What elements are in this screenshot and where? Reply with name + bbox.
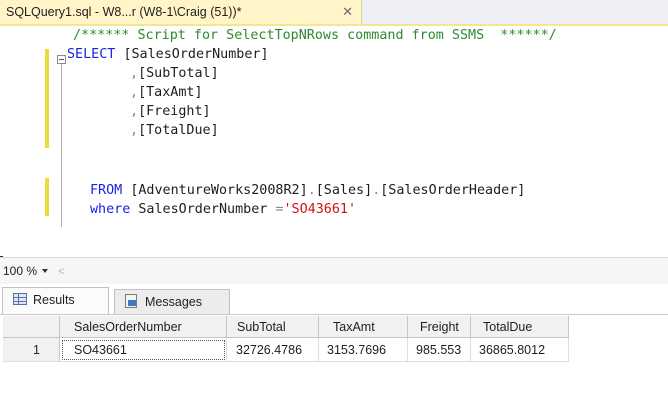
column-taxamt: [TaxAmt]	[138, 85, 203, 100]
code-line-8: where SalesOrderNumber ='SO43661'	[90, 200, 356, 219]
tab-sqlquery1[interactable]: SQLQuery1.sql - W8...r (W8-1\Craig (51))…	[0, 0, 362, 24]
code-line-5: ,[Freight]	[130, 102, 211, 121]
schema-name: [Sales]	[315, 183, 373, 198]
from-keyword: FROM	[90, 183, 123, 198]
tab-messages[interactable]: Messages	[114, 289, 230, 314]
comma: ,	[130, 104, 139, 119]
where-keyword: where	[90, 202, 131, 217]
code-line-4: ,[TaxAmt]	[130, 83, 203, 102]
outline-line	[61, 64, 62, 227]
messages-icon	[125, 294, 137, 308]
column-header-freight[interactable]: Freight	[408, 316, 471, 338]
code-line-6: ,[TotalDue]	[130, 121, 219, 140]
change-indicator-bar	[45, 49, 49, 148]
equals-operator: =	[275, 202, 284, 217]
cell-totaldue[interactable]: 36865.8012	[471, 338, 569, 362]
dot: .	[307, 183, 316, 198]
where-column: SalesOrderNumber	[138, 202, 268, 217]
code-line-7: FROM [AdventureWorks2008R2].[Sales].[Sal…	[90, 181, 525, 200]
tab-results[interactable]: Results	[2, 287, 109, 314]
column-header-subtotal[interactable]: SubTotal	[227, 316, 319, 338]
chevron-down-icon[interactable]	[42, 269, 48, 273]
cell-freight[interactable]: 985.553	[408, 338, 471, 362]
comma: ,	[130, 66, 139, 81]
comma: ,	[130, 123, 139, 138]
column-salesordernumber: [SalesOrderNumber]	[123, 47, 269, 62]
column-header-salesordernumber[interactable]: SalesOrderNumber	[60, 316, 227, 338]
database-name: [AdventureWorks2008R2]	[130, 183, 308, 198]
comma: ,	[130, 85, 139, 100]
zoom-bar: 100 % <	[0, 257, 668, 285]
grid-corner[interactable]	[3, 316, 60, 338]
grid-icon	[13, 293, 27, 305]
column-header-totaldue[interactable]: TotalDue	[471, 316, 569, 338]
cell-taxamt[interactable]: 3153.7696	[319, 338, 408, 362]
code-line-1: /****** Script for SelectTopNRows comman…	[73, 26, 557, 45]
document-tab-strip: SQLQuery1.sql - W8...r (W8-1\Craig (51))…	[0, 0, 668, 26]
results-grid[interactable]: SalesOrderNumber SubTotal TaxAmt Freight…	[0, 315, 668, 396]
table-name: [SalesOrderHeader]	[380, 183, 526, 198]
cell-salesordernumber[interactable]: SO43661	[60, 338, 227, 362]
query-editor[interactable]: /****** Script for SelectTopNRows comman…	[0, 26, 668, 256]
sql-comment: /****** Script for SelectTopNRows comman…	[73, 28, 557, 43]
column-freight: [Freight]	[138, 104, 211, 119]
collapse-icon[interactable]	[57, 55, 66, 64]
close-icon[interactable]: ✕	[342, 0, 353, 24]
tab-messages-label: Messages	[145, 295, 202, 309]
row-number[interactable]: 1	[3, 338, 60, 362]
column-header-taxamt[interactable]: TaxAmt	[319, 316, 408, 338]
tab-title: SQLQuery1.sql - W8...r (W8-1\Craig (51))…	[6, 5, 242, 19]
change-indicator-bar	[45, 178, 49, 216]
code-line-3: ,[SubTotal]	[130, 64, 219, 83]
scroll-left-icon[interactable]: <	[58, 258, 65, 284]
cell-subtotal[interactable]: 32726.4786	[227, 338, 319, 362]
code-line-2: SELECT [SalesOrderNumber]	[67, 45, 269, 64]
column-subtotal: [SubTotal]	[138, 66, 219, 81]
select-keyword: SELECT	[67, 47, 116, 62]
column-totaldue: [TotalDue]	[138, 123, 219, 138]
results-tab-strip: Results Messages	[0, 284, 668, 315]
zoom-level[interactable]: 100 %	[3, 258, 37, 284]
tab-results-label: Results	[33, 293, 75, 307]
where-value: 'SO43661'	[283, 202, 357, 217]
